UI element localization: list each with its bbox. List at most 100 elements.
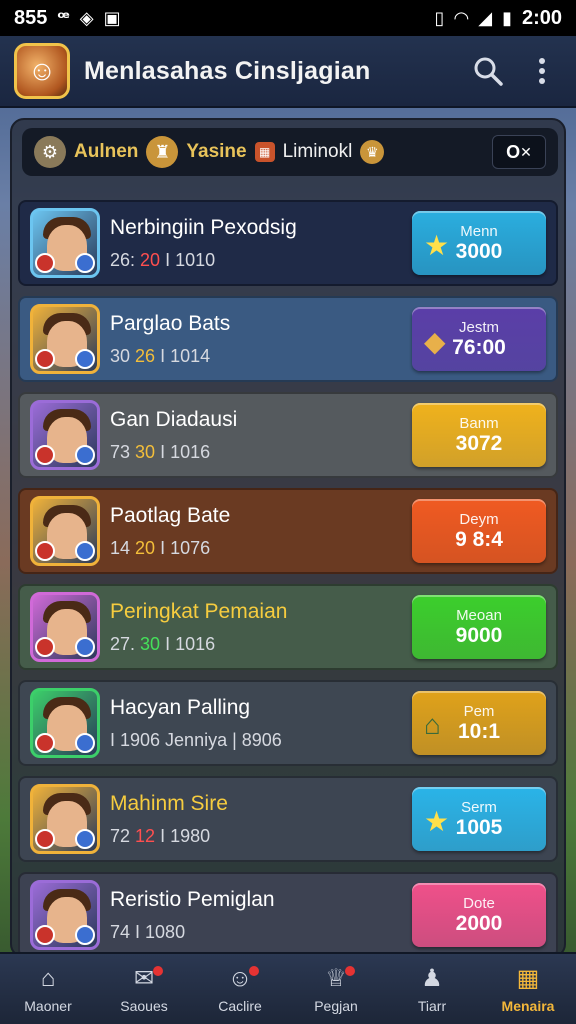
nav-label: Caclire (218, 998, 262, 1014)
stat-c: I 1980 (160, 825, 211, 846)
player-info: Parglao Bats 30 26 I 1014 (110, 312, 412, 367)
stat-b: 26 (135, 345, 161, 366)
leaderboard-row[interactable]: Mahinm Sire 72 12 I 1980 ★ Serm 1005 (18, 776, 558, 862)
player-avatar[interactable] (30, 688, 100, 758)
page-title: Menlasahas Cinsljagian (84, 56, 371, 85)
player-avatar[interactable] (30, 496, 100, 566)
stat-b: 12 (135, 825, 161, 846)
nav-item[interactable]: ⌂ Maoner (3, 964, 93, 1014)
search-button[interactable] (468, 51, 508, 91)
status-bar: 855 ꟹ ◈ ▣ ▯ ◠ ◢ ▮ 2:00 (0, 0, 576, 36)
leaderboard-panel: ⚙ Aulnen ♜ Yasine ▦ Liminokl ♛ O ✕ Nerbi… (10, 118, 566, 958)
player-avatar[interactable] (30, 880, 100, 950)
class-badge-icon (75, 637, 95, 657)
reward-button[interactable]: Banm 3072 (412, 403, 546, 467)
stat-a: 72 (110, 825, 136, 846)
player-name: Hacyan Palling (110, 695, 251, 719)
nav-item[interactable]: ♟ Tiarr (387, 964, 477, 1014)
app-logo[interactable]: ☺ (14, 43, 70, 99)
star-icon: ★ (424, 230, 450, 261)
player-avatar[interactable] (30, 400, 100, 470)
stat-c: I 1080 (135, 921, 186, 942)
filter-tab-2[interactable]: Yasine (186, 141, 246, 163)
leaderboard-row[interactable]: Paotlag Bate 14 20 I 1076 Deym 9 8:4 (18, 488, 558, 574)
leaderboard-row[interactable]: Hacyan Palling I 1906 Jenniya | 8906 ⌂ Pem 1… (18, 680, 558, 766)
leaderboard-row[interactable]: Gan Diadausi 73 30 I 1016 Banm 3072 (18, 392, 558, 478)
player-name: Gan Diadausi (110, 407, 238, 431)
leaderboard-row[interactable]: Reristio Pemiglan 74 I 1080 Dote 2000 (18, 872, 558, 958)
image-icon: ▣ (103, 7, 121, 28)
class-badge-icon (75, 349, 95, 369)
player-info: Gan Diadausi 73 30 I 1016 (110, 408, 412, 463)
stat-a: 74 (110, 921, 136, 942)
rank-badge-icon (35, 541, 55, 561)
app-bar: ☺ Menlasahas Cinsljagian (0, 36, 576, 108)
rank-badge-icon (35, 829, 55, 849)
stat-c: I 1016 (160, 441, 211, 462)
filter-toggle-button[interactable]: O ✕ (492, 135, 546, 169)
leaderboard-row[interactable]: Nerbingiin Pexodsig 26: 20 I 1010 ★ Menn 300… (18, 200, 558, 286)
nav-item[interactable]: ✉ Saoues (99, 964, 189, 1014)
notification-dot (153, 966, 163, 976)
class-badge-icon (75, 445, 95, 465)
reward-label: Menn (460, 222, 498, 240)
nav-item[interactable]: ☺ Caclire (195, 964, 285, 1014)
nav-item[interactable]: ♕ Pegjan (291, 964, 381, 1014)
player-stats: 73 30 I 1016 (110, 442, 412, 463)
nav-item[interactable]: ▦ Menaira (483, 964, 573, 1014)
class-badge-icon (75, 541, 95, 561)
filter-tab-1[interactable]: Aulnen (74, 141, 138, 163)
rank-badge-icon (35, 637, 55, 657)
gear-icon[interactable]: ⚙ (34, 136, 66, 168)
stat-b: 30 (140, 633, 166, 654)
player-avatar[interactable] (30, 208, 100, 278)
stat-a: 30 (110, 345, 136, 366)
shop-icon: ▦ (516, 965, 540, 992)
reward-button[interactable]: ★ Menn 3000 (412, 211, 546, 275)
player-avatar[interactable] (30, 304, 100, 374)
reward-button[interactable]: Dote 2000 (412, 883, 546, 947)
rank-badge-icon (35, 733, 55, 753)
stat-a: 26: (110, 249, 141, 270)
class-badge-icon (75, 829, 95, 849)
player-info: Hacyan Palling I 1906 Jenniya | 8906 (110, 696, 412, 751)
search-icon (474, 57, 503, 86)
reward-value: 9000 (455, 623, 503, 647)
signal-glyph-icon: ꟹ (57, 7, 70, 28)
reward-value: 3000 (455, 239, 503, 263)
reward-button[interactable]: Deym 9 8:4 (412, 499, 546, 563)
reward-button[interactable]: ★ Serm 1005 (412, 787, 546, 851)
star-icon: ★ (424, 806, 450, 837)
nav-label: Menaira (501, 998, 555, 1014)
reward-button[interactable]: ⌂ Pem 10:1 (412, 691, 546, 755)
rank-badge-icon (35, 349, 55, 369)
stat-a: 73 (110, 441, 136, 462)
player-stats: 27. 30 I 1016 (110, 634, 412, 655)
friends-icon: ♟ (421, 965, 443, 992)
class-badge-icon (75, 733, 95, 753)
trophy-icon: ♕ (325, 965, 347, 992)
stat-c: I 1016 (165, 633, 216, 654)
rank-badge-icon (35, 253, 55, 273)
cell-signal-icon: ◢ (478, 7, 493, 28)
nav-label: Maoner (24, 998, 72, 1014)
chest-icon: ▦ (254, 142, 275, 162)
player-info: Peringkat Pemaian 27. 30 I 1016 (110, 600, 412, 655)
reward-value: 9 8:4 (455, 527, 503, 551)
reward-button[interactable]: Meoan 9000 (412, 595, 546, 659)
leaderboard-row[interactable]: Peringkat Pemaian 27. 30 I 1016 Meoan 9000 (18, 584, 558, 670)
rank-badge-icon (35, 445, 55, 465)
player-avatar[interactable] (30, 784, 100, 854)
player-name: Peringkat Pemaian (110, 599, 288, 623)
reward-value: 76:00 (452, 335, 506, 359)
player-stats: 30 26 I 1014 (110, 346, 412, 367)
nfc-icon: ▯ (434, 7, 445, 28)
stat-a: 14 (110, 537, 136, 558)
status-time-left: 855 (14, 6, 48, 29)
reward-button[interactable]: ◆ Jestm 76:00 (412, 307, 546, 371)
stat-c: I 1906 Jenniya | 8906 (110, 729, 282, 750)
player-avatar[interactable] (30, 592, 100, 662)
more-options-button[interactable] (522, 51, 562, 91)
leaderboard-row[interactable]: Parglao Bats 30 26 I 1014 ◆ Jestm 76:00 (18, 296, 558, 382)
filter-tab-3[interactable]: Liminokl (283, 141, 353, 163)
